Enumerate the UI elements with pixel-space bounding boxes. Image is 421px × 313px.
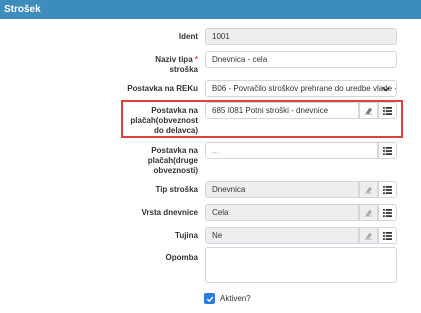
postavka-reku-select[interactable]: B06 - Povračilo stroškov prehrane do ure… [205,80,397,97]
vrsta-dnevnice-label: Vrsta dnevnice [141,208,198,217]
opomba-label: Opomba [165,253,198,262]
postavka-reku-value: B06 - Povračilo stroškov prehrane do ure… [212,84,397,93]
chevron-down-icon [382,86,390,92]
postavka-obvezne-input[interactable]: 685 I081 Potni stroški - dnevnice [205,102,359,119]
ident-field: 1001 [205,28,397,45]
ident-label: Ident [178,32,198,41]
list-icon [383,208,392,217]
clear-button[interactable] [359,227,378,244]
clear-button[interactable] [359,204,378,221]
list-button[interactable] [378,227,397,244]
postavka-obvezne-label: Postavka na plačah(obveznost do delavca) [78,106,198,136]
clear-button[interactable] [359,181,378,198]
postavka-reku-label: Postavka na REKu [127,84,198,93]
aktiven-label: Aktiven? [220,294,251,303]
naziv-input[interactable]: Dnevnica - cela [205,51,397,68]
postavka-obvezne-label-line3: do delavca) [153,126,198,135]
tip-stroska-input[interactable]: Dnevnica [205,181,359,198]
postavka-druge-label-line3: obveznosti) [153,166,198,175]
postavka-obvezne-label-line2: plačah(obveznost [130,116,198,125]
naziv-label: Naziv tipa * stroška [78,55,198,75]
opomba-textarea[interactable] [205,247,397,283]
window-title: Strošek [0,0,421,19]
postavka-druge-label-line1: Postavka na [151,146,198,155]
tip-stroska-label: Tip stroška [155,185,198,194]
eraser-icon [364,209,373,217]
list-button[interactable] [378,204,397,221]
list-button[interactable] [378,181,397,198]
clear-button[interactable] [359,102,378,119]
eraser-icon [364,186,373,194]
naziv-label-line2: stroška [169,65,198,74]
naziv-label-line1: Naziv tipa [155,55,193,64]
postavka-druge-label: Postavka na plačah(druge obveznosti) [78,146,198,176]
tujina-label: Tujina [175,231,198,240]
vrsta-dnevnice-input[interactable]: Cela [205,204,359,221]
postavka-obvezne-label-line1: Postavka na [151,106,198,115]
list-icon [383,106,392,115]
eraser-icon [364,232,373,240]
postavka-druge-placeholder: ... [212,146,219,155]
aktiven-checkbox[interactable] [204,293,215,304]
postavka-druge-input[interactable]: ... [205,142,378,159]
postavka-druge-label-line2: plačah(druge [147,156,198,165]
check-icon [206,295,213,302]
list-icon [383,185,392,194]
list-icon [383,146,392,155]
list-button[interactable] [378,102,397,119]
list-icon [383,231,392,240]
tujina-input[interactable]: Ne [205,227,359,244]
eraser-icon [364,107,373,115]
list-button[interactable] [378,142,397,159]
required-mark: * [194,55,198,64]
